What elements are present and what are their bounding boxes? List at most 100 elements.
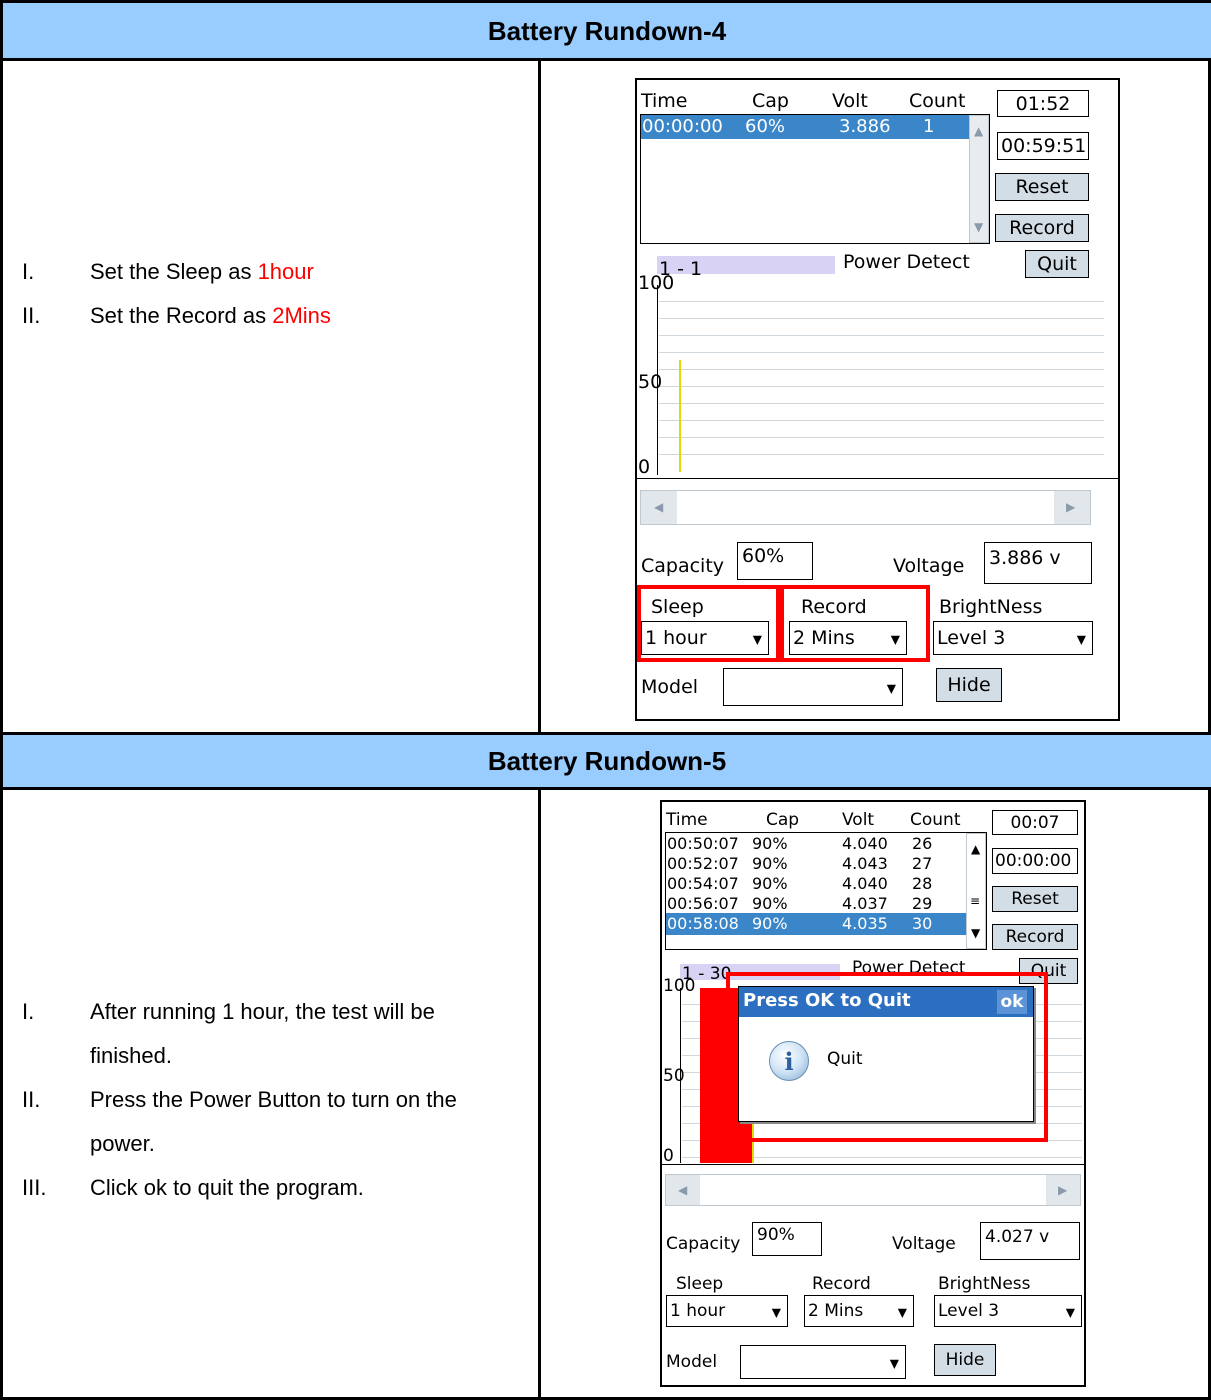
horizontal-scrollbar[interactable]: ◀ ▶ — [665, 1174, 1081, 1206]
record-button[interactable]: Record — [992, 924, 1078, 950]
sleep-select[interactable]: 1 hour ▼ — [666, 1295, 788, 1327]
elapsed-time: 01:52 — [997, 90, 1089, 117]
column-header-time: Time — [666, 810, 708, 830]
graph-bottom — [662, 1164, 1084, 1165]
callout-dialog — [726, 972, 1048, 1142]
table-row[interactable]: 00:52:07 90% 4.043 27 — [666, 853, 966, 875]
model-select[interactable]: ▼ — [723, 668, 903, 706]
scroll-right-icon[interactable]: ▶ — [1058, 1183, 1067, 1197]
sleep-label: Sleep — [676, 1274, 724, 1294]
list-item: II. Press the Power Button to turn on th… — [22, 1078, 522, 1166]
brightness-select[interactable]: Level 3 ▼ — [934, 1295, 1082, 1327]
quit-button[interactable]: Quit — [1025, 250, 1089, 278]
table-row[interactable]: 00:54:07 90% 4.040 28 — [666, 873, 966, 895]
step-list: I. Set the Sleep as 1hour II. Set the Re… — [22, 250, 512, 340]
scroll-thumb-icon[interactable]: ≡ — [970, 894, 980, 908]
app-screenshot: Time Cap Volt Count 00:00:00 60% 3.886 1… — [635, 78, 1120, 721]
reset-button[interactable]: Reset — [992, 886, 1078, 912]
remaining-time: 00:00:00 — [992, 848, 1078, 874]
y-tick-50: 50 — [663, 1066, 685, 1086]
graph-grid — [659, 285, 1104, 471]
column-header-volt: Volt — [842, 810, 875, 830]
chevron-down-icon: ▼ — [1065, 1305, 1075, 1320]
model-label: Model — [666, 1352, 718, 1372]
list-item: III. Click ok to quit the program. — [22, 1166, 522, 1210]
section-header: Battery Rundown-4 — [3, 3, 1211, 60]
step-highlight: 2Mins — [272, 303, 331, 328]
cell-volt: 3.886 — [839, 116, 891, 137]
table-row[interactable]: 00:00:00 60% 3.886 1 — [641, 115, 969, 139]
scroll-up-icon[interactable]: ▲ — [974, 124, 983, 138]
y-tick-50: 50 — [638, 371, 663, 393]
callout-sleep — [637, 585, 780, 662]
list-scrollbar[interactable]: ▲ ▼ — [969, 115, 989, 243]
section-header: Battery Rundown-5 — [3, 735, 1211, 788]
record-label: Record — [812, 1274, 871, 1294]
y-tick-100: 100 — [663, 976, 696, 996]
table-row[interactable]: 00:50:07 90% 4.040 26 — [666, 833, 966, 855]
step-text: Set the Record as — [90, 303, 273, 328]
chevron-down-icon: ▼ — [886, 681, 896, 696]
chevron-down-icon: ▼ — [889, 1356, 899, 1371]
scroll-down-icon[interactable]: ▼ — [971, 926, 980, 940]
divider — [0, 787, 1211, 790]
record-list[interactable]: 00:50:07 90% 4.040 26 00:52:07 90% 4.043… — [665, 832, 987, 950]
callout-record — [780, 585, 930, 662]
step-number: II. — [22, 303, 41, 328]
list-item: I. After running 1 hour, the test will b… — [22, 990, 522, 1078]
column-header-count: Count — [910, 810, 961, 830]
power-detect-label: Power Detect — [843, 251, 970, 273]
app-screenshot: Time Cap Volt Count 00:50:07 90% 4.040 2… — [660, 800, 1086, 1387]
scroll-down-icon[interactable]: ▼ — [974, 220, 983, 234]
voltage-field: 3.886 v — [984, 542, 1092, 584]
table-row[interactable]: 00:56:07 90% 4.037 29 — [666, 893, 966, 915]
section-title: Battery Rundown-4 — [487, 16, 727, 46]
step-text: Press the Power Button to turn on the po… — [90, 1087, 457, 1156]
scroll-left-icon[interactable]: ◀ — [678, 1183, 687, 1197]
voltage-label: Voltage — [892, 1234, 956, 1254]
step-number: I. — [22, 259, 35, 284]
cell-count: 1 — [923, 116, 935, 137]
chevron-down-icon: ▼ — [1076, 632, 1086, 647]
chevron-down-icon: ▼ — [771, 1305, 781, 1320]
list-item: I. Set the Sleep as 1hour — [22, 250, 512, 294]
list-scrollbar[interactable]: ▲ ≡ ▼ — [966, 833, 986, 949]
column-header-cap: Cap — [752, 90, 789, 112]
step-number: II. — [22, 1087, 41, 1112]
section-title: Battery Rundown-5 — [487, 746, 727, 776]
divider — [0, 58, 1211, 61]
model-select[interactable]: ▼ — [740, 1345, 906, 1379]
scroll-left-icon[interactable]: ◀ — [654, 500, 663, 514]
y-tick-100: 100 — [638, 272, 675, 294]
column-divider — [538, 60, 541, 734]
hide-button[interactable]: Hide — [934, 1344, 996, 1376]
step-text: After running 1 hour, the test will be f… — [90, 999, 435, 1068]
record-button[interactable]: Record — [995, 214, 1089, 242]
step-text: Set the Sleep as — [90, 259, 258, 284]
step-number: I. — [22, 999, 35, 1024]
column-header-count: Count — [909, 90, 966, 112]
chevron-down-icon: ▼ — [897, 1305, 907, 1320]
scroll-up-icon[interactable]: ▲ — [971, 842, 980, 856]
y-tick-0: 0 — [638, 456, 651, 478]
brightness-label: BrightNess — [939, 596, 1043, 618]
brightness-select[interactable]: Level 3 ▼ — [933, 621, 1093, 655]
horizontal-scrollbar[interactable]: ◀ ▶ — [640, 490, 1091, 525]
record-select[interactable]: 2 Mins ▼ — [804, 1295, 914, 1327]
column-divider — [538, 789, 541, 1397]
column-header-volt: Volt — [832, 90, 868, 112]
y-tick-0: 0 — [663, 1146, 674, 1166]
reset-button[interactable]: Reset — [995, 173, 1089, 201]
graph-line — [679, 360, 681, 472]
voltage-field: 4.027 v — [980, 1222, 1080, 1260]
capacity-label: Capacity — [666, 1234, 741, 1254]
capacity-field: 60% — [737, 542, 813, 580]
remaining-time: 00:59:51 — [997, 132, 1089, 160]
record-list[interactable]: 00:00:00 60% 3.886 1 ▲ ▼ — [640, 114, 990, 244]
table-row[interactable]: 00:58:08 90% 4.035 30 — [666, 913, 966, 935]
step-number: III. — [22, 1175, 47, 1200]
scroll-right-icon[interactable]: ▶ — [1066, 500, 1075, 514]
step-list: I. After running 1 hour, the test will b… — [22, 990, 522, 1230]
cell-time: 00:00:00 — [642, 116, 723, 137]
hide-button[interactable]: Hide — [936, 668, 1002, 702]
